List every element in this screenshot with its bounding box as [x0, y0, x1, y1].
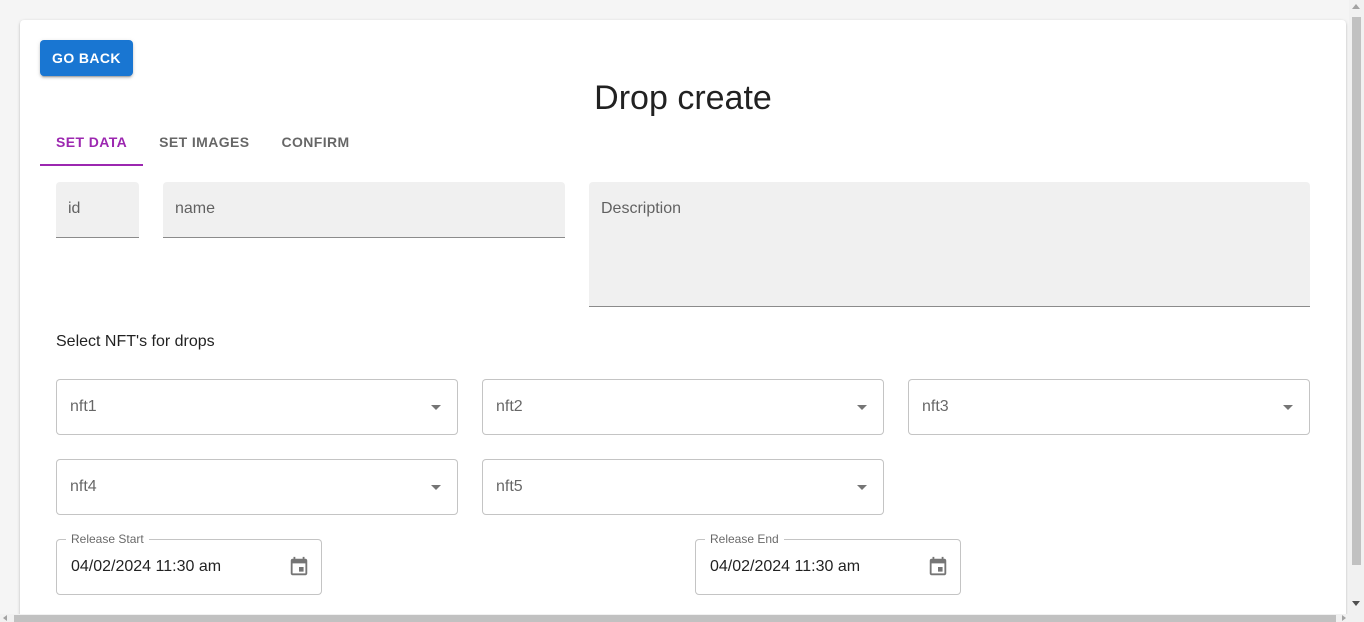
- description-field[interactable]: Description: [589, 182, 1310, 307]
- id-field[interactable]: id: [56, 182, 139, 238]
- release-end-value: 04/02/2024 11:30 am: [710, 558, 861, 575]
- tab-set-images[interactable]: SET IMAGES: [143, 118, 265, 166]
- nft3-select[interactable]: nft3: [908, 379, 1310, 435]
- horizontal-scrollbar[interactable]: [0, 614, 1349, 622]
- calendar-icon[interactable]: [927, 556, 949, 578]
- nft-section-label: Select NFT's for drops: [56, 333, 215, 350]
- scroll-down-icon[interactable]: [1352, 601, 1360, 606]
- go-back-button[interactable]: GO BACK: [40, 40, 133, 76]
- chevron-down-icon: [857, 405, 867, 410]
- scroll-right-icon[interactable]: [1342, 615, 1346, 621]
- nft5-select-label: nft5: [496, 478, 523, 495]
- page-title: Drop create: [594, 79, 772, 117]
- chevron-down-icon: [857, 485, 867, 490]
- nft3-select-label: nft3: [922, 398, 949, 415]
- scroll-left-icon[interactable]: [3, 615, 7, 621]
- chevron-down-icon: [431, 405, 441, 410]
- chevron-down-icon: [431, 485, 441, 490]
- nft1-select-label: nft1: [70, 398, 97, 415]
- nft2-select[interactable]: nft2: [482, 379, 884, 435]
- vertical-scroll-thumb[interactable]: [1352, 17, 1361, 565]
- tab-confirm[interactable]: CONFIRM: [265, 118, 365, 166]
- nft4-select[interactable]: nft4: [56, 459, 458, 515]
- name-field[interactable]: name: [163, 182, 565, 238]
- id-field-placeholder: id: [68, 200, 81, 217]
- calendar-icon[interactable]: [288, 556, 310, 578]
- nft2-select-label: nft2: [496, 398, 523, 415]
- release-start-field[interactable]: Release Start 04/02/2024 11:30 am: [56, 532, 322, 595]
- description-field-placeholder: Description: [601, 200, 682, 217]
- nft5-select[interactable]: nft5: [482, 459, 884, 515]
- nft4-select-label: nft4: [70, 478, 97, 495]
- horizontal-scroll-thumb[interactable]: [14, 615, 1336, 622]
- tab-bar: SET DATA SET IMAGES CONFIRM: [40, 118, 366, 166]
- name-field-placeholder: name: [175, 200, 216, 217]
- release-start-value: 04/02/2024 11:30 am: [71, 558, 222, 575]
- release-end-field[interactable]: Release End 04/02/2024 11:30 am: [695, 532, 961, 595]
- release-start-label: Release Start: [66, 532, 149, 546]
- vertical-scrollbar[interactable]: [1349, 0, 1364, 622]
- chevron-down-icon: [1283, 405, 1293, 410]
- release-end-label: Release End: [705, 532, 784, 546]
- scroll-up-icon[interactable]: [1352, 4, 1360, 9]
- nft1-select[interactable]: nft1: [56, 379, 458, 435]
- tab-set-data[interactable]: SET DATA: [40, 118, 144, 166]
